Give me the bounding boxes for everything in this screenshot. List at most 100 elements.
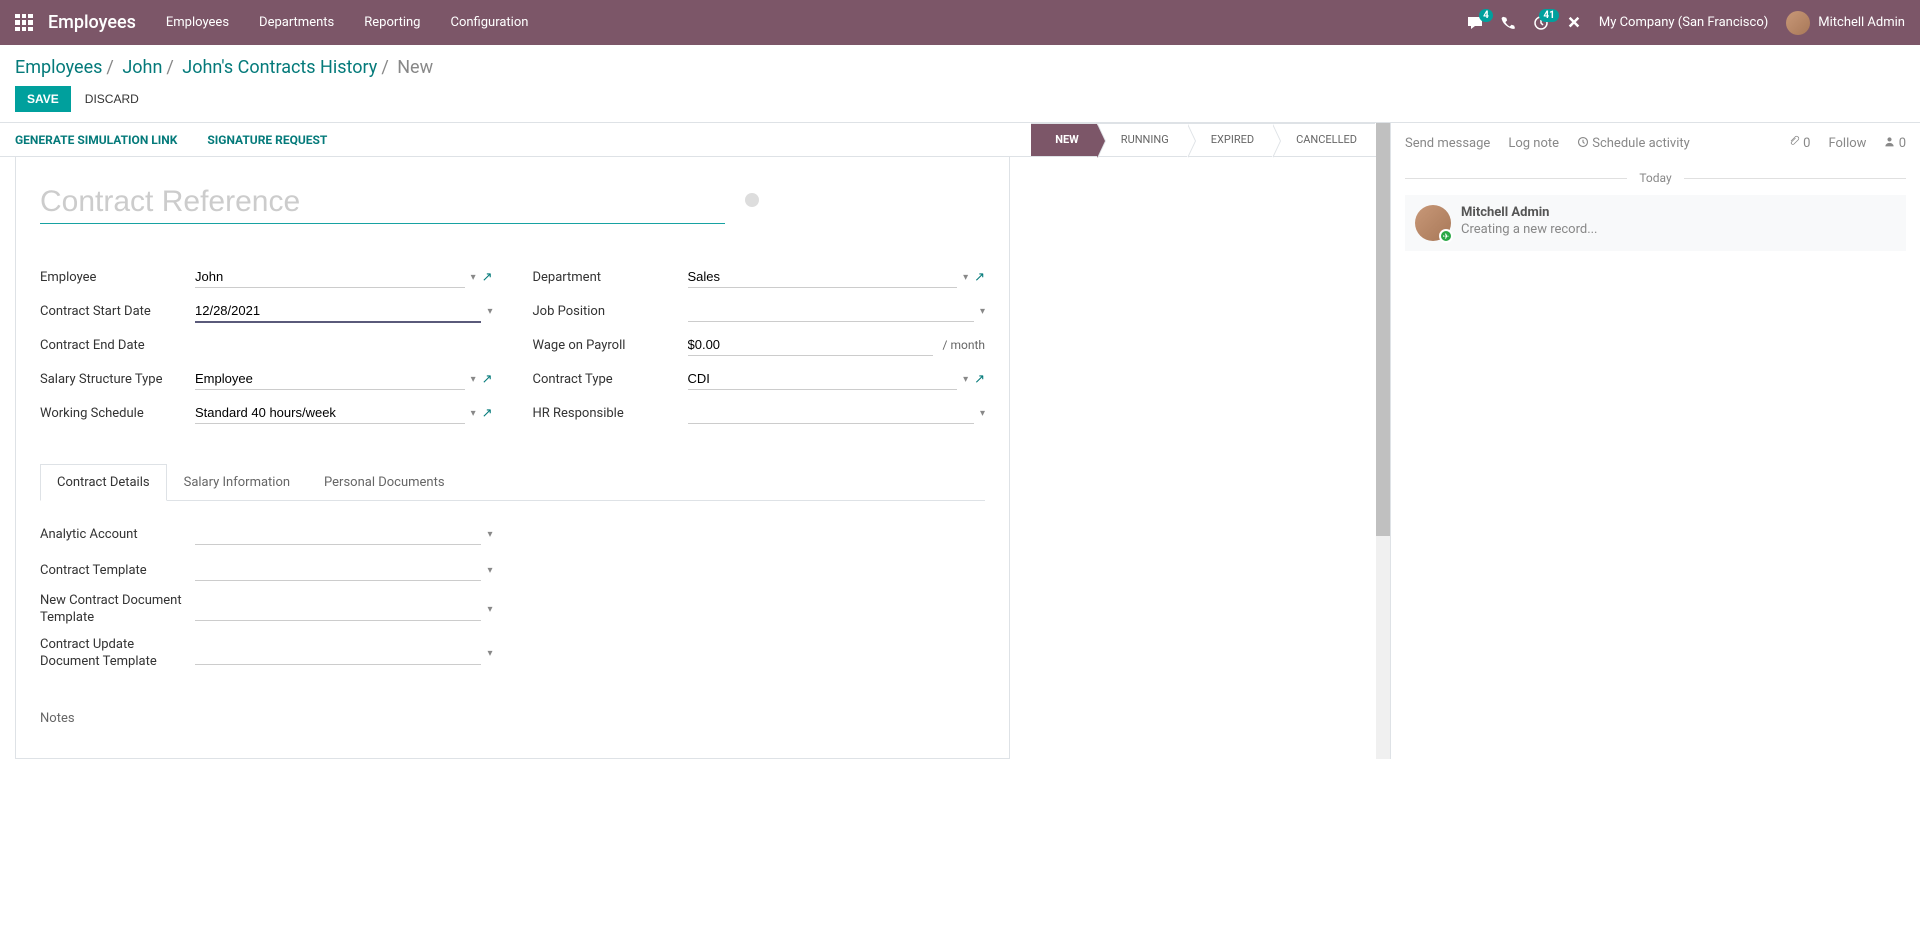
form-col-left: Employee ▾ ↗ Contract Start Date ▾ [40,264,493,434]
chevron-down-icon[interactable]: ▾ [980,408,985,419]
tabs: Contract Details Salary Information Pers… [40,464,985,501]
nav-right: 4 41 My Company (San Francisco) Mitchell… [1467,11,1905,35]
messages-icon[interactable]: 4 [1467,15,1483,31]
working-schedule-field[interactable] [195,402,465,424]
chevron-down-icon[interactable]: ▾ [963,272,968,283]
chevron-down-icon[interactable]: ▾ [471,272,476,283]
status-steps: NEW RUNNING EXPIRED CANCELLED [1031,123,1375,157]
new-contract-doc-field[interactable] [195,599,481,621]
settings-icon[interactable] [1567,16,1581,30]
hr-responsible-field[interactable] [688,402,974,424]
form-col-right: Department ▾ ↗ Job Position ▾ [533,264,986,434]
schedule-activity-button[interactable]: Schedule activity [1577,136,1690,151]
send-message-button[interactable]: Send message [1405,136,1490,151]
attachments-button[interactable]: 0 [1788,135,1811,151]
activities-icon[interactable]: 41 [1533,15,1549,31]
form-area: GENERATE SIMULATION LINK SIGNATURE REQUE… [0,123,1390,759]
breadcrumb-bar: Employees/ John/ John's Contracts Histor… [0,45,1920,122]
chatter: Send message Log note Schedule activity … [1390,123,1920,759]
external-link-icon[interactable]: ↗ [974,372,985,387]
chevron-down-icon[interactable]: ▾ [963,374,968,385]
followers-button[interactable]: 0 [1884,136,1906,151]
chevron-down-icon[interactable]: ▾ [487,565,492,576]
nav-menu: Employees Departments Reporting Configur… [166,15,529,30]
nav-reporting[interactable]: Reporting [364,15,420,30]
breadcrumb-employees[interactable]: Employees [15,57,102,78]
chevron-down-icon[interactable]: ▾ [487,529,492,540]
company-selector[interactable]: My Company (San Francisco) [1599,15,1768,30]
breadcrumb-contracts[interactable]: John's Contracts History [182,57,377,78]
message-avatar-icon: ✈ [1415,205,1451,241]
contract-type-label: Contract Type [533,372,688,387]
message-author: Mitchell Admin [1461,205,1896,220]
breadcrumb-john[interactable]: John [122,57,162,78]
external-link-icon[interactable]: ↗ [482,406,493,421]
status-expired[interactable]: EXPIRED [1187,123,1272,157]
job-position-label: Job Position [533,304,688,319]
contract-reference-input[interactable] [40,181,725,224]
department-field[interactable] [688,266,958,288]
external-link-icon[interactable]: ↗ [482,372,493,387]
tab-content: Analytic Account ▾ Contract Template ▾ N… [40,521,985,726]
tab-salary-information[interactable]: Salary Information [167,464,307,501]
apps-icon[interactable] [15,14,33,32]
phone-icon[interactable] [1501,16,1515,30]
user-name: Mitchell Admin [1818,15,1905,30]
scrollbar[interactable] [1376,123,1390,759]
chevron-down-icon[interactable]: ▾ [980,306,985,317]
external-link-icon[interactable]: ↗ [974,270,985,285]
follow-button[interactable]: Follow [1828,136,1866,151]
job-position-field[interactable] [688,300,974,322]
start-date-field[interactable] [195,300,481,323]
user-menu[interactable]: Mitchell Admin [1786,11,1905,35]
wage-label: Wage on Payroll [533,338,688,353]
log-note-button[interactable]: Log note [1508,136,1559,151]
contract-template-field[interactable] [195,559,481,581]
status-bar: GENERATE SIMULATION LINK SIGNATURE REQUE… [0,123,1390,157]
new-contract-doc-label: New Contract Document Template [40,593,195,627]
chevron-down-icon[interactable]: ▾ [471,374,476,385]
breadcrumb-current: New [397,57,433,78]
status-new[interactable]: NEW [1031,123,1097,157]
end-date-label: Contract End Date [40,338,195,353]
employee-field[interactable] [195,266,465,288]
contract-type-field[interactable] [688,368,958,390]
module-title[interactable]: Employees [48,12,136,33]
contract-update-doc-field[interactable] [195,643,481,665]
status-running[interactable]: RUNNING [1097,123,1187,157]
analytic-account-field[interactable] [195,523,481,545]
contract-template-label: Contract Template [40,563,195,578]
breadcrumb: Employees/ John/ John's Contracts Histor… [15,57,1905,78]
status-cancelled[interactable]: CANCELLED [1272,123,1375,157]
notes-label: Notes [40,711,985,726]
tab-personal-documents[interactable]: Personal Documents [307,464,462,501]
activities-badge: 41 [1539,9,1558,22]
messages-badge: 4 [1479,9,1493,22]
signature-request-button[interactable]: SIGNATURE REQUEST [207,133,327,147]
main-container: GENERATE SIMULATION LINK SIGNATURE REQUE… [0,123,1920,759]
analytic-account-label: Analytic Account [40,527,195,542]
nav-employees[interactable]: Employees [166,15,229,30]
discard-button[interactable]: DISCARD [81,86,143,112]
contract-update-doc-label: Contract Update Document Template [40,637,195,671]
generate-simulation-link-button[interactable]: GENERATE SIMULATION LINK [15,133,177,147]
salary-structure-field[interactable] [195,368,465,390]
salary-structure-label: Salary Structure Type [40,372,195,387]
wage-suffix: / month [943,338,985,352]
tab-contract-details[interactable]: Contract Details [40,464,167,501]
chevron-down-icon[interactable]: ▾ [471,408,476,419]
save-button[interactable]: SAVE [15,86,71,112]
message-text: Creating a new record... [1461,222,1896,237]
start-date-label: Contract Start Date [40,304,195,319]
chevron-down-icon[interactable]: ▾ [487,648,492,659]
end-date-field[interactable] [195,334,493,356]
chatter-message: ✈ Mitchell Admin Creating a new record..… [1405,195,1906,251]
external-link-icon[interactable]: ↗ [482,270,493,285]
wage-field[interactable] [688,334,933,356]
kanban-state-icon[interactable] [745,193,759,207]
chevron-down-icon[interactable]: ▾ [487,604,492,615]
top-nav: Employees Employees Departments Reportin… [0,0,1920,45]
chevron-down-icon[interactable]: ▾ [487,306,492,317]
nav-departments[interactable]: Departments [259,15,334,30]
nav-configuration[interactable]: Configuration [450,15,528,30]
